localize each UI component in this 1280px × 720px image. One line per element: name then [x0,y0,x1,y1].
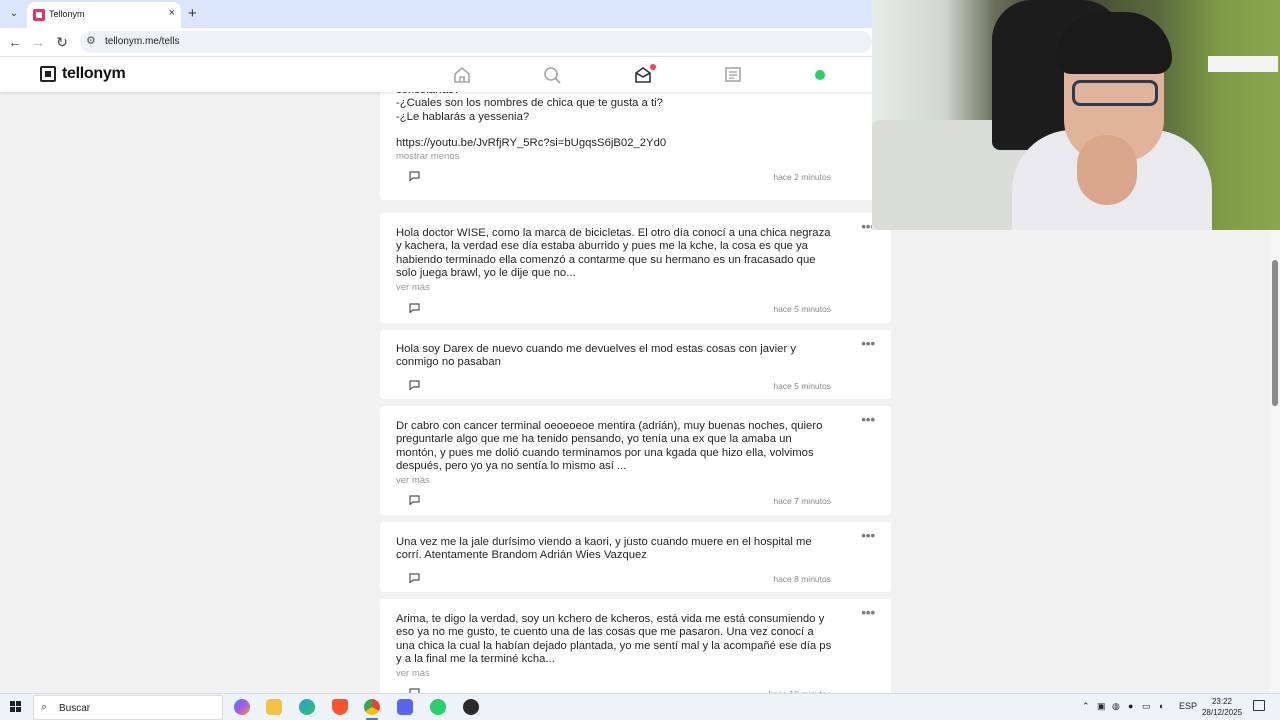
webcam-person-hand [1077,135,1137,205]
taskbar-clock[interactable]: 23:22 28/12/2025 [1200,696,1244,718]
search-icon: ⌕ [41,701,48,713]
tell-text: Dr cabro con cancer terminal oeoeoeoe me… [396,420,823,472]
network-icon[interactable]: ▭ [1142,701,1151,712]
site-info-icon[interactable]: ⚙ [86,34,96,47]
reload-button[interactable]: ↻ [53,33,71,51]
copilot-icon[interactable] [234,699,250,715]
chrome-icon[interactable] [364,699,380,715]
tell-card: ••• Hola soy Darex de nuevo cuando me de… [380,330,891,399]
comment-icon[interactable] [409,380,420,390]
comment-icon[interactable] [409,171,420,181]
language-indicator[interactable]: ESP [1179,701,1197,711]
microphone-icon[interactable]: ● [1128,701,1133,711]
comment-icon[interactable] [409,303,420,313]
tell-card: ••• Una vez me la jale durísimo viendo a… [380,522,891,592]
tray-app-icon[interactable]: ▣ [1097,701,1106,712]
tab-tellonym[interactable]: Tellonym × [27,2,181,28]
search-icon[interactable] [542,65,562,85]
tab-search-menu-icon[interactable]: ⌄ [4,4,24,24]
more-options-icon[interactable]: ••• [861,336,875,351]
whatsapp-icon[interactable] [430,699,446,715]
tellonym-favicon-icon [33,9,45,21]
tell-time: hace 5 minutos [773,304,831,314]
windows-taskbar: ⌕ Buscar ⌃ ▣ ◍ ● ▭ ◖ ESP 23:22 28/12/202… [0,693,1280,720]
discord-icon[interactable] [397,699,413,715]
volume-icon[interactable]: ◖ [1158,701,1163,711]
more-options-icon[interactable]: ••• [861,412,875,427]
tell-text: Una vez me la jale durísimo viendo a kao… [396,536,812,562]
url-text[interactable]: tellonym.me/tells [105,36,179,47]
see-more-link[interactable]: ver más [396,282,430,293]
profile-status-icon[interactable] [815,70,825,80]
see-more-link[interactable]: ver más [396,475,430,486]
home-icon[interactable] [452,65,472,85]
tell-text: Arima, te digo la verdad, soy un kchero … [396,613,832,665]
tell-text: Hola doctor WISE, como la marca de bicic… [396,227,831,279]
brave-icon[interactable] [332,699,348,715]
see-more-link[interactable]: ver más [396,668,430,679]
comment-icon[interactable] [409,495,420,505]
tellonym-logo-icon[interactable] [40,66,56,82]
address-bar[interactable]: ⚙ tellonym.me/tells [80,31,872,53]
clock-time: 23:22 [1211,697,1233,706]
inbox-icon[interactable] [633,64,656,85]
webcam-person-hair [1056,12,1172,74]
tell-time: hace 5 minutos [773,381,831,391]
notification-center-icon[interactable] [1253,700,1265,711]
notification-dot [650,64,656,70]
tray-app-icon[interactable]: ◍ [1112,701,1120,712]
forward-button[interactable]: → [29,33,47,51]
comment-icon[interactable] [409,573,420,583]
tab-title: Tellonym [49,9,85,19]
taskbar-search-text: Buscar [59,703,91,714]
more-options-icon[interactable]: ••• [861,528,875,543]
windows-start-icon[interactable] [10,701,22,713]
tell-card: ••• Hola doctor WISE, como la marca de b… [380,213,891,323]
webcam-person-glasses [1072,80,1158,106]
app-icon[interactable] [463,699,479,715]
tab-close-icon[interactable]: × [169,7,175,19]
show-less-link[interactable]: mostrar menos [396,151,459,162]
clock-date: 28/12/2025 [1201,708,1243,717]
page-scrollbar[interactable] [1270,230,1280,693]
tell-time: hace 7 minutos [773,496,831,506]
edge-icon[interactable] [299,699,315,715]
scrollbar-thumb[interactable] [1272,260,1278,406]
webcam-overlay [872,0,1280,230]
app-name[interactable]: tellonym [62,65,126,83]
tray-overflow-icon[interactable]: ⌃ [1082,701,1090,712]
feed-icon[interactable] [723,65,743,85]
new-tab-button[interactable]: + [188,4,197,24]
file-explorer-icon[interactable] [266,699,282,715]
back-button[interactable]: ← [6,33,24,51]
more-options-icon[interactable]: ••• [861,605,875,620]
tell-card: ••• Dr cabro con cancer terminal oeoeoeo… [380,406,891,515]
tell-text: Hola soy Darex de nuevo cuando me devuel… [396,343,796,369]
webcam-shelf [1208,56,1278,72]
tell-card: consolarías? -¿Cuales son los nombres de… [380,84,891,200]
tell-time: hace 2 minutos [773,172,831,182]
taskbar-search-box[interactable]: ⌕ Buscar [33,695,223,720]
tell-time: hace 8 minutos [773,574,831,584]
tell-link[interactable]: https://youtu.be/JvRfjRY_5Rc?si=bUgqsS6j… [396,137,666,149]
